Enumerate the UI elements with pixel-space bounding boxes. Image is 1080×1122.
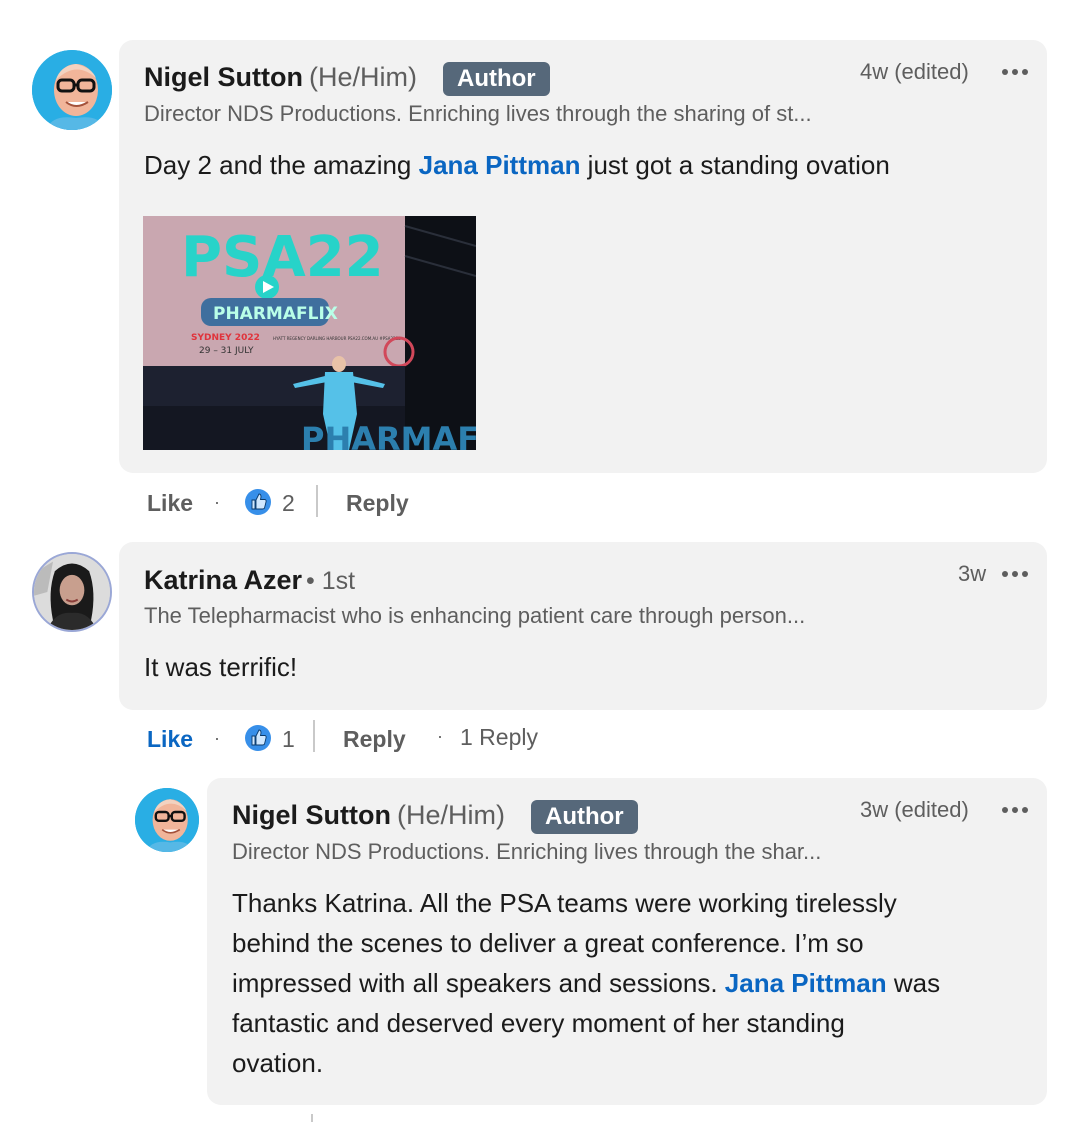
mention-link[interactable]: Jana Pittman bbox=[725, 968, 887, 998]
comment-author-name[interactable]: Nigel Sutton (He/Him) bbox=[232, 800, 505, 831]
screen-subtitle-text: PHARMAFLIX bbox=[213, 304, 338, 324]
comment-author-name[interactable]: Nigel Sutton (He/Him) bbox=[144, 62, 417, 93]
like-reaction-icon[interactable] bbox=[244, 488, 272, 516]
reply-text-line: ovation. bbox=[232, 1048, 324, 1078]
author-badge: Author bbox=[531, 800, 638, 834]
like-button[interactable]: Like bbox=[147, 490, 193, 517]
separator-dot: · bbox=[214, 728, 220, 748]
comment-text-pre: Day 2 and the amazing bbox=[144, 150, 419, 180]
more-options-icon[interactable] bbox=[1002, 803, 1032, 817]
separator-dot: · bbox=[214, 492, 220, 512]
comment-text: It was terrific! bbox=[144, 652, 298, 682]
author-pronouns: (He/Him) bbox=[396, 800, 505, 830]
nigel-sutton-avatar[interactable] bbox=[135, 788, 199, 852]
reply-text-pre: impressed with all speakers and sessions… bbox=[232, 968, 725, 998]
reply-text-line: impressed with all speakers and sessions… bbox=[232, 963, 940, 1003]
author-name-text[interactable]: Nigel Sutton bbox=[144, 62, 303, 92]
comment-timestamp: 4w (edited) bbox=[860, 59, 969, 84]
reply-button[interactable]: Reply bbox=[346, 490, 409, 517]
katrina-azer-avatar[interactable] bbox=[32, 552, 112, 632]
screen-venue-text: HYATT REGENCY DARLING HARBOUR PSA22.COM.… bbox=[273, 336, 401, 341]
comment-text: Day 2 and the amazing Jana Pittman just … bbox=[144, 145, 890, 185]
more-options-icon[interactable] bbox=[1002, 567, 1032, 581]
comment-photo[interactable]: PSA22 PHARMAFLIX SYDNEY 2022 29 – 31 JUL… bbox=[143, 216, 476, 450]
stage-letters-text: PHARMAF bbox=[301, 420, 476, 450]
reply-text: Thanks Katrina. All the PSA teams were w… bbox=[232, 883, 940, 1083]
comment-timestamp: 3w (edited) bbox=[860, 797, 969, 822]
author-headline: Director NDS Productions. Enriching live… bbox=[232, 839, 822, 864]
author-headline: Director NDS Productions. Enriching live… bbox=[144, 101, 812, 126]
thread-line bbox=[311, 1114, 313, 1122]
action-divider bbox=[316, 485, 318, 517]
action-divider bbox=[313, 720, 315, 752]
reply-text-line: behind the scenes to deliver a great con… bbox=[232, 928, 864, 958]
screen-title-text: PSA22 bbox=[181, 225, 384, 290]
view-replies-link[interactable]: 1 Reply bbox=[460, 724, 538, 751]
more-options-icon[interactable] bbox=[1002, 65, 1032, 79]
connection-degree: • 1st bbox=[306, 567, 356, 595]
like-reaction-icon[interactable] bbox=[244, 724, 272, 752]
reaction-count[interactable]: 2 bbox=[282, 490, 295, 517]
author-pronouns: (He/Him) bbox=[308, 62, 417, 92]
reply-text-line: fantastic and deserved every moment of h… bbox=[232, 1008, 845, 1038]
comment-text-post: just got a standing ovation bbox=[580, 150, 890, 180]
reply-button[interactable]: Reply bbox=[343, 726, 406, 753]
reply-text-post: was bbox=[886, 968, 941, 998]
author-badge: Author bbox=[443, 62, 550, 96]
screen-dates-text: 29 – 31 JULY bbox=[199, 346, 254, 356]
comment-author-name[interactable]: Katrina Azer • 1st bbox=[144, 565, 355, 596]
reply-text-line: Thanks Katrina. All the PSA teams were w… bbox=[232, 888, 897, 918]
comment-timestamp: 3w bbox=[958, 561, 987, 586]
author-headline: The Telepharmacist who is enhancing pati… bbox=[144, 603, 806, 628]
mention-link[interactable]: Jana Pittman bbox=[419, 150, 581, 180]
author-name-text[interactable]: Nigel Sutton bbox=[232, 800, 391, 830]
separator-dot: · bbox=[437, 726, 443, 746]
screen-city-text: SYDNEY 2022 bbox=[191, 333, 260, 343]
author-name-text[interactable]: Katrina Azer bbox=[144, 565, 302, 595]
nigel-sutton-avatar[interactable] bbox=[32, 50, 112, 130]
reaction-count[interactable]: 1 bbox=[282, 726, 295, 753]
like-button[interactable]: Like bbox=[147, 726, 193, 753]
